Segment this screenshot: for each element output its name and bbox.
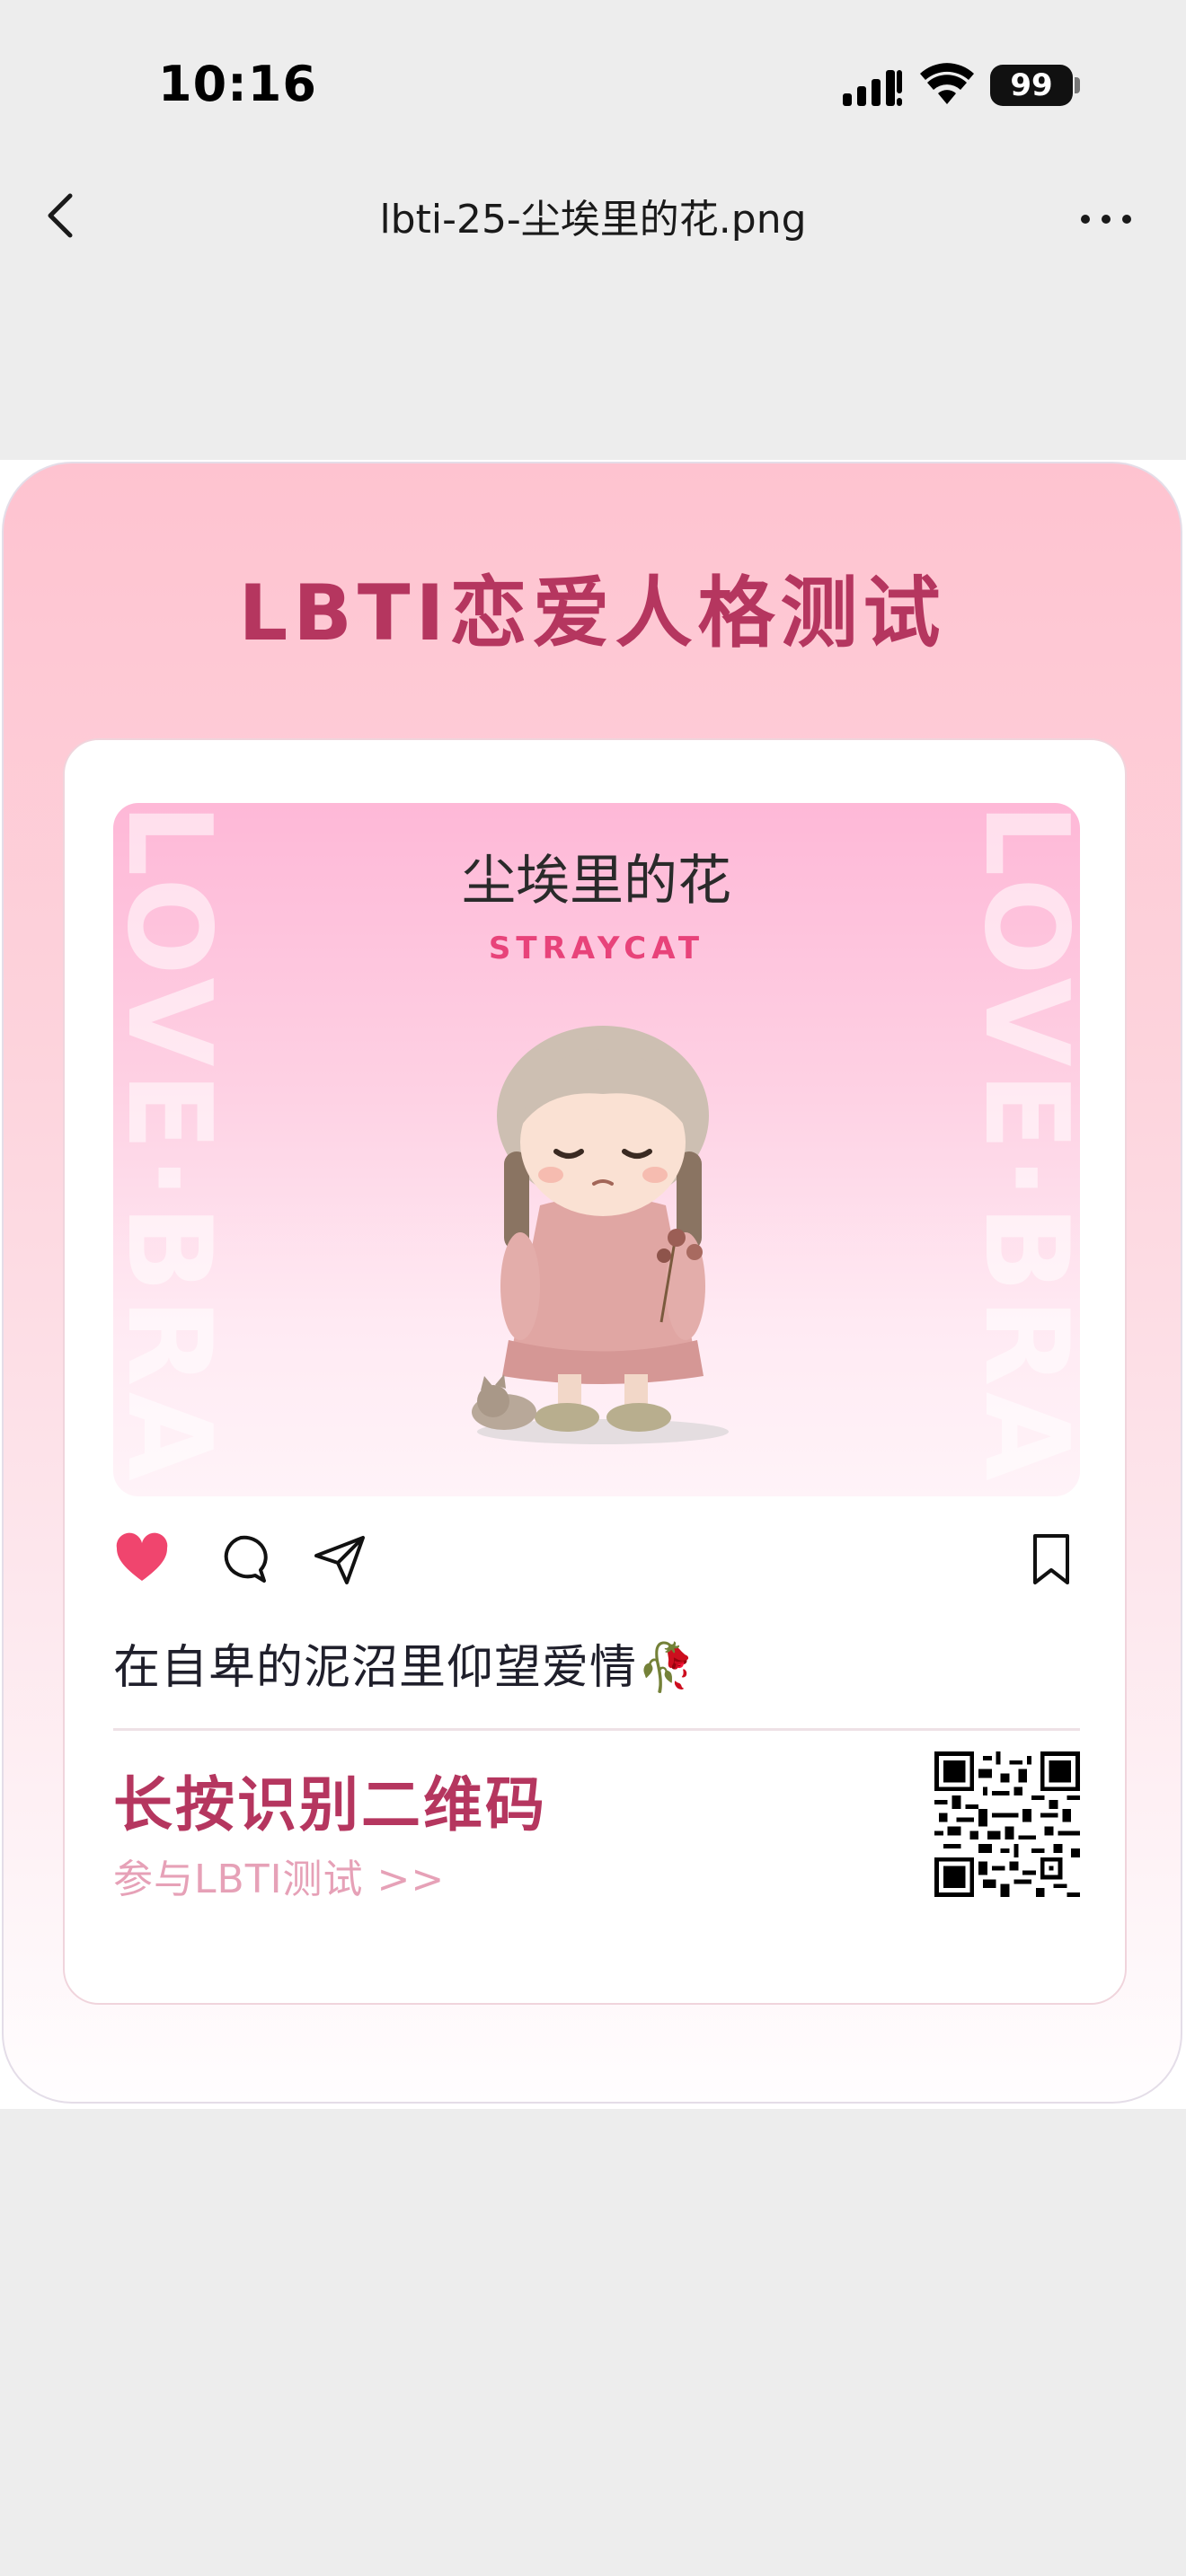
cta-title: 长按识别二维码 bbox=[113, 1770, 547, 1839]
personality-code: STRAYCAT bbox=[488, 931, 705, 966]
wifi-icon bbox=[920, 63, 974, 104]
post-caption: 在自卑的泥沼里仰望爱情🥀 bbox=[113, 1641, 696, 1695]
action-bar bbox=[113, 1531, 1080, 1593]
image-preview[interactable]: LBTI恋爱人格测试 LOVE·BRAIN LOVE·BRAIN 尘埃里的花 S… bbox=[0, 460, 1186, 2109]
poster-title: LBTI恋爱人格测试 bbox=[238, 569, 946, 658]
battery-icon: 99 bbox=[990, 65, 1073, 106]
character-illustration bbox=[472, 1026, 729, 1444]
cta-subtitle: 参与LBTI测试 >> bbox=[113, 1857, 446, 1902]
personality-name: 尘埃里的花 bbox=[462, 850, 731, 913]
status-bar: 10:16 99 bbox=[0, 0, 1186, 171]
send-icon[interactable] bbox=[311, 1531, 368, 1588]
post-card: LOVE·BRAIN LOVE·BRAIN 尘埃里的花 STRAYCAT 在自卑… bbox=[63, 738, 1127, 2005]
heart-icon[interactable] bbox=[113, 1531, 171, 1588]
divider bbox=[113, 1728, 1080, 1731]
status-time: 10:16 bbox=[158, 56, 317, 112]
viewer-background bbox=[0, 269, 1186, 460]
chevron-left-icon[interactable] bbox=[36, 189, 90, 243]
hero-image: LOVE·BRAIN LOVE·BRAIN 尘埃里的花 STRAYCAT bbox=[113, 803, 1080, 1496]
battery-nub bbox=[1075, 77, 1080, 93]
result-poster: LBTI恋爱人格测试 LOVE·BRAIN LOVE·BRAIN 尘埃里的花 S… bbox=[2, 462, 1182, 2104]
page-title: lbti-25-尘埃里的花.png bbox=[379, 197, 807, 243]
more-icon[interactable] bbox=[1075, 189, 1137, 243]
comment-icon[interactable] bbox=[212, 1531, 270, 1588]
cellular-signal-icon bbox=[843, 70, 902, 106]
bookmark-icon[interactable] bbox=[1022, 1531, 1080, 1588]
qr-code[interactable] bbox=[934, 1751, 1080, 1897]
nav-bar: lbti-25-尘埃里的花.png bbox=[0, 171, 1186, 269]
